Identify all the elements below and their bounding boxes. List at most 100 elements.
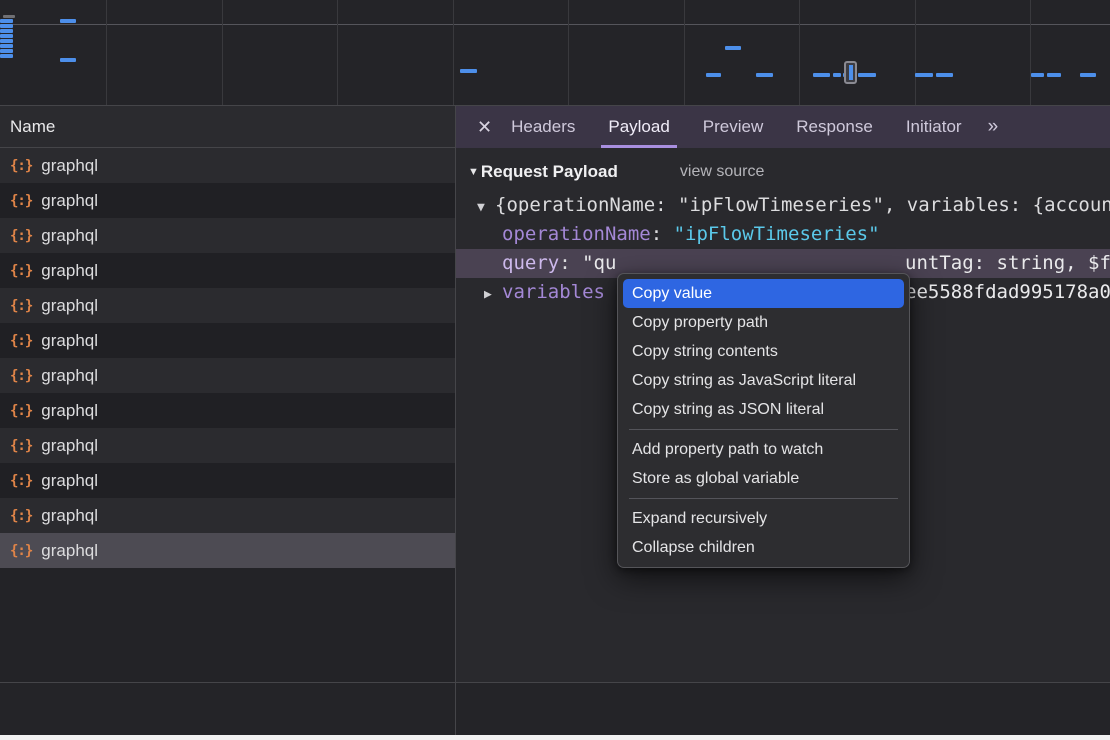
json-braces-icon: {:}	[10, 473, 32, 489]
request-name-label: graphql	[41, 331, 98, 351]
tab-preview[interactable]: Preview	[696, 106, 770, 148]
timeline-bar	[915, 73, 933, 77]
timeline-bar	[0, 39, 13, 43]
request-name-label: graphql	[41, 506, 98, 526]
overview-gridline	[568, 0, 569, 105]
collapsed-triangle-icon[interactable]: ▶	[484, 280, 502, 309]
selected-request-marker-bar	[849, 65, 853, 80]
json-braces-icon: {:}	[10, 263, 32, 279]
selected-request-marker	[844, 61, 857, 84]
request-row[interactable]: {:} graphql	[0, 218, 455, 253]
more-tabs-chevron-icon[interactable]: »	[988, 116, 997, 138]
tab-initiator[interactable]: Initiator	[899, 106, 969, 148]
pane-divider[interactable]	[455, 106, 456, 735]
request-row[interactable]: {:}graphql	[0, 148, 455, 183]
overview-gridline	[106, 0, 107, 105]
request-name-label: graphql	[41, 401, 98, 421]
overview-hairline	[0, 24, 1110, 25]
request-row[interactable]: {:} graphql	[0, 323, 455, 358]
timeline-bar	[756, 73, 773, 77]
json-braces-icon: {:}	[10, 438, 32, 454]
overview-gridline	[453, 0, 454, 105]
timeline-bar	[706, 73, 721, 77]
timeline-bar	[0, 29, 13, 33]
context-menu: Copy valueCopy property pathCopy string …	[617, 273, 910, 568]
property-separator: :	[651, 223, 674, 245]
collapse-triangle-icon[interactable]: ▼	[468, 166, 479, 178]
overview-gridline	[684, 0, 685, 105]
timeline-bar	[1080, 73, 1096, 77]
property-separator: :	[559, 252, 582, 274]
payload-section-title: Request Payload	[481, 162, 618, 182]
detail-tabs: Headers Payload Preview Response Initiator	[504, 106, 987, 148]
request-name-label: graphql	[41, 541, 98, 561]
json-braces-icon: {:}	[10, 403, 32, 419]
json-braces-icon: {:}	[10, 228, 32, 244]
property-value-right-fragment: untTag: string, $f	[905, 249, 1110, 278]
json-braces-icon: {:}	[10, 333, 32, 349]
request-name-label: graphql	[41, 261, 98, 281]
timeline-bar	[0, 19, 13, 23]
tab-headers[interactable]: Headers	[504, 106, 582, 148]
json-braces-icon: {:}	[10, 508, 32, 524]
name-column-header[interactable]: Name	[0, 106, 455, 148]
request-row[interactable]: {:} graphql	[0, 428, 455, 463]
request-row[interactable]: {:}graphql	[0, 183, 455, 218]
menu-item-copy-string-as-javascript-literal[interactable]: Copy string as JavaScript literal	[623, 366, 904, 395]
timeline-bar	[936, 73, 953, 77]
timeline-bar	[833, 73, 841, 77]
network-overview-timeline[interactable]	[0, 0, 1110, 106]
payload-root-row[interactable]: ▼{operationName: "ipFlowTimeseries", var…	[456, 191, 1110, 220]
menu-item-copy-string-contents[interactable]: Copy string contents	[623, 337, 904, 366]
payload-property-row-operationName[interactable]: operationName: "ipFlowTimeseries"	[456, 220, 1110, 249]
property-key: query	[502, 252, 559, 274]
request-row[interactable]: {:} graphql	[0, 393, 455, 428]
request-row[interactable]: {:} graphql	[0, 288, 455, 323]
menu-item-copy-string-as-json-literal[interactable]: Copy string as JSON literal	[623, 395, 904, 424]
timeline-bar	[460, 69, 477, 73]
property-key: operationName	[502, 223, 651, 245]
request-name-label: graphql	[41, 436, 98, 456]
property-value-right-fragment: ee5588fdad995178a0	[905, 278, 1110, 307]
devtools-network-panel: Name {:} graphql {:} graphql {:} graphql {:} gr…	[0, 0, 1110, 740]
request-row[interactable]: {:}graphql	[0, 358, 455, 393]
timeline-bar	[0, 34, 13, 38]
expanded-triangle-icon[interactable]: ▼	[477, 193, 495, 222]
property-value-left-fragment: "qu	[582, 252, 616, 274]
request-row[interactable]: {:} graphql	[0, 533, 455, 568]
request-row[interactable]: {:} graphql	[0, 498, 455, 533]
timeline-bar	[0, 24, 13, 28]
menu-item-collapse-children[interactable]: Collapse children	[623, 533, 904, 562]
close-icon[interactable]: ✕	[477, 117, 492, 138]
overview-gridline	[222, 0, 223, 105]
request-name-label: graphql	[41, 296, 98, 316]
timeline-bar	[60, 19, 76, 23]
timeline-bar	[1047, 73, 1061, 77]
menu-item-add-property-path-to-watch[interactable]: Add property path to watch	[623, 435, 904, 464]
menu-item-copy-value[interactable]: Copy value	[623, 279, 904, 308]
timeline-bar	[3, 15, 15, 18]
detail-tab-bar: ✕ Headers Payload Preview Response Initiator…	[456, 106, 1110, 148]
property-key: variables	[502, 281, 605, 303]
tab-response[interactable]: Response	[789, 106, 880, 148]
json-braces-icon: {:}	[10, 193, 32, 209]
menu-item-copy-property-path[interactable]: Copy property path	[623, 308, 904, 337]
view-source-link[interactable]: view source	[680, 163, 764, 181]
request-row[interactable]: {:} graphql	[0, 253, 455, 288]
request-name-label: graphql	[41, 226, 98, 246]
property-value-string: "ipFlowTimeseries"	[674, 223, 880, 245]
menu-item-store-as-global-variable[interactable]: Store as global variable	[623, 464, 904, 493]
timeline-bar	[858, 73, 876, 77]
request-name-label: graphql	[41, 366, 98, 386]
timeline-bar	[1031, 73, 1044, 77]
timeline-bar	[725, 46, 741, 50]
overview-gridline	[799, 0, 800, 105]
overview-gridline	[337, 0, 338, 105]
json-braces-icon: {:}	[10, 298, 32, 314]
timeline-bar	[60, 58, 76, 62]
overview-gridline	[915, 0, 916, 105]
menu-item-expand-recursively[interactable]: Expand recursively	[623, 504, 904, 533]
tab-payload[interactable]: Payload	[601, 106, 676, 148]
json-braces-icon: {:}	[10, 543, 32, 559]
request-row[interactable]: {:}graphql	[0, 463, 455, 498]
